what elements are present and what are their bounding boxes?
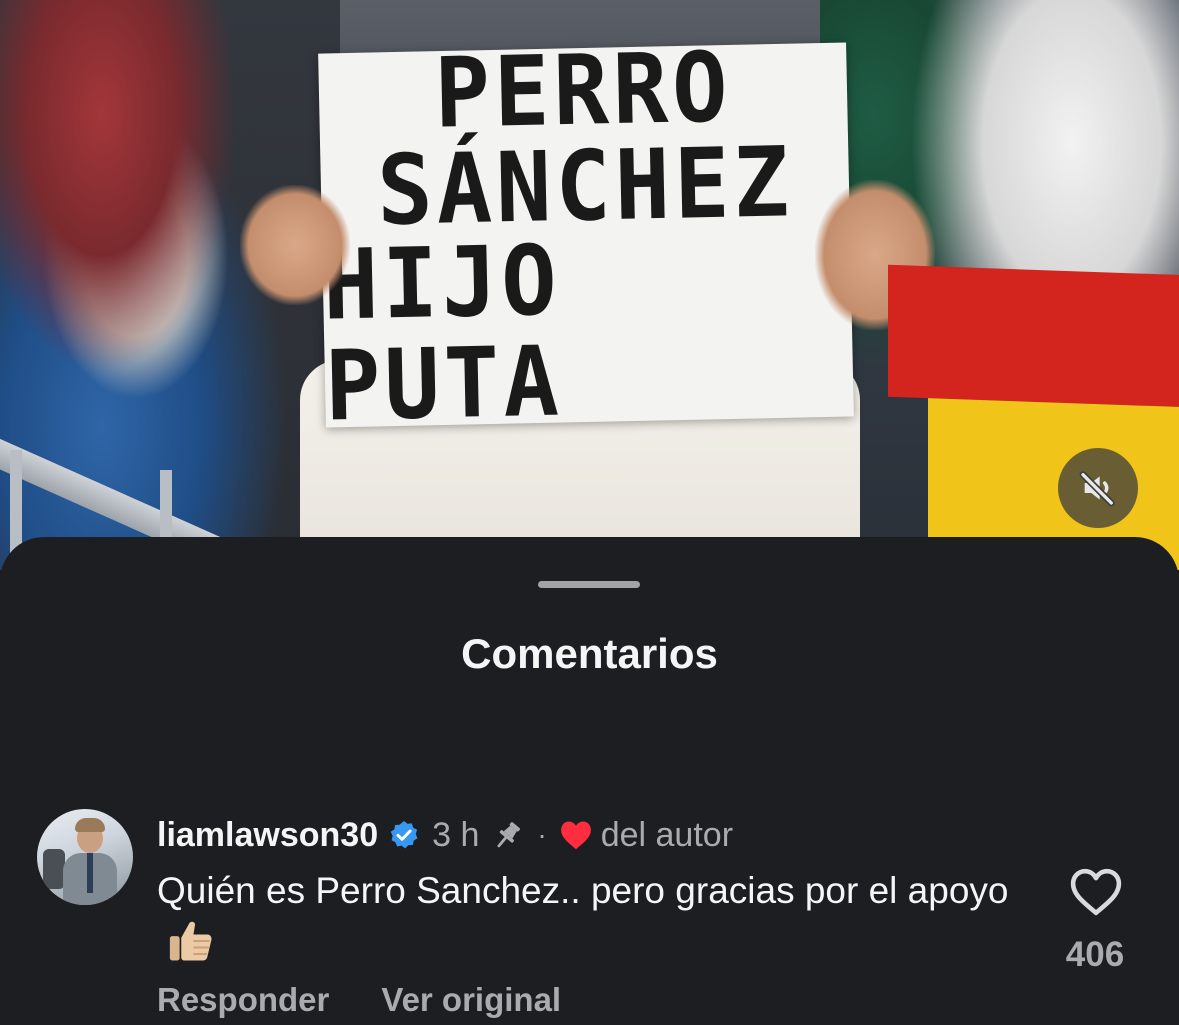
- sign-line-3: HIJO PUTA: [321, 224, 564, 443]
- sheet-grabber[interactable]: [538, 581, 640, 588]
- pin-icon: [497, 822, 521, 848]
- comment-text: Quién es Perro Sanchez.. pero gracias po…: [157, 870, 1009, 911]
- comment-body: Quién es Perro Sanchez.. pero gracias po…: [157, 867, 1017, 969]
- mute-button[interactable]: [1058, 448, 1138, 528]
- protest-sign: PERRO SÁNCHEZ HIJO PUTA: [318, 31, 854, 443]
- sign-line-2: SÁNCHEZ: [375, 125, 794, 248]
- comment-actions: Responder Ver original: [157, 981, 561, 1019]
- reply-button[interactable]: Responder: [157, 981, 329, 1019]
- comment-header: liamlawson30 3 h · del autor: [157, 813, 733, 857]
- comment-time: 3 h: [432, 815, 480, 854]
- screen: PERRO SÁNCHEZ HIJO PUTA Comentarios liam…: [0, 0, 1179, 1025]
- author-liked-label: del autor: [600, 815, 734, 854]
- heart-outline-icon[interactable]: [1068, 867, 1124, 917]
- sheet-title: Comentarios: [461, 630, 718, 677]
- verified-badge-icon: [390, 821, 418, 849]
- like-count: 406: [1065, 935, 1125, 974]
- hand-left: [240, 185, 350, 305]
- avatar[interactable]: [37, 809, 133, 905]
- see-original-button[interactable]: Ver original: [381, 981, 561, 1019]
- thumbs-up-emoji: [169, 921, 212, 961]
- spanish-flag: [888, 264, 1179, 570]
- red-heart-icon: [560, 821, 591, 850]
- speaker-muted-icon: [1079, 471, 1115, 507]
- comments-sheet: Comentarios liamlawson30 3 h · del autor…: [0, 537, 1179, 1025]
- separator-dot: ·: [537, 819, 547, 850]
- video-player[interactable]: PERRO SÁNCHEZ HIJO PUTA: [0, 0, 1179, 570]
- username[interactable]: liamlawson30: [157, 816, 378, 855]
